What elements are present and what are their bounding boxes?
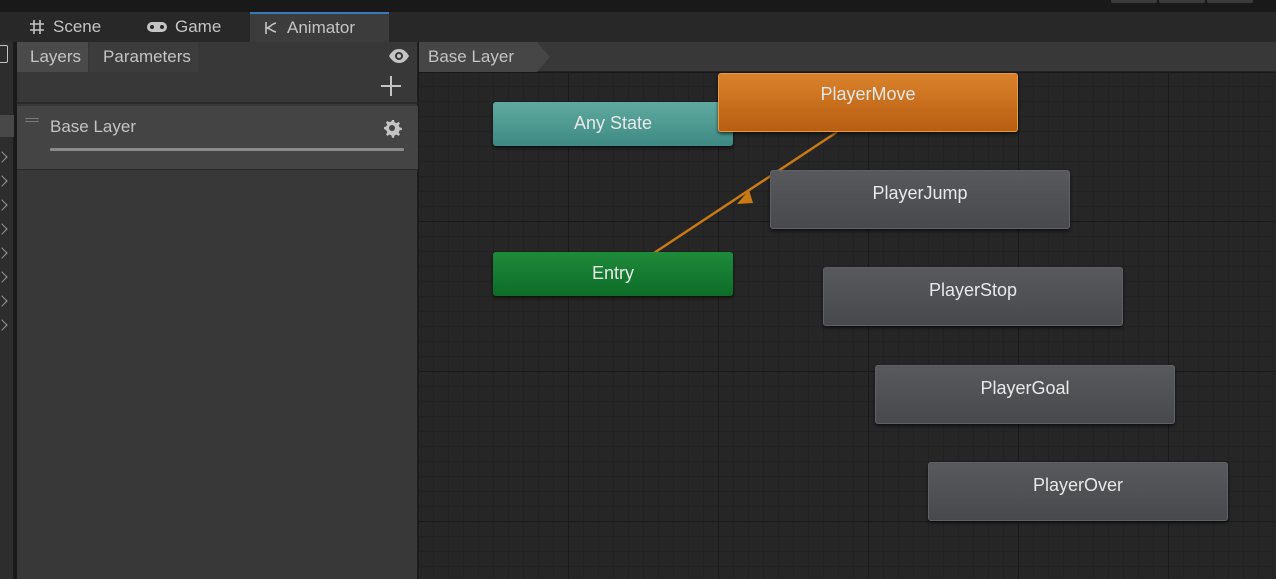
any-state-node[interactable]: Any State — [493, 102, 733, 146]
entry-node[interactable]: Entry — [493, 252, 733, 296]
chevron-right-icon[interactable] — [0, 319, 8, 331]
selected-row[interactable] — [0, 115, 14, 137]
divider — [17, 102, 418, 104]
hierarchy-panel-edge — [0, 42, 14, 579]
gamepad-icon — [146, 18, 168, 36]
state-node-default[interactable]: PlayerMove — [718, 73, 1018, 132]
chevron-right-icon[interactable] — [0, 151, 8, 163]
layer-item[interactable]: Base Layer — [17, 106, 418, 170]
toolbar-button[interactable] — [1207, 0, 1253, 3]
panel-icon — [0, 45, 8, 63]
animator-graph[interactable]: Any State Entry PlayerMove PlayerJump Pl… — [419, 73, 1276, 579]
chevron-right-icon[interactable] — [0, 175, 8, 187]
state-node[interactable]: PlayerOver — [928, 462, 1228, 521]
breadcrumb[interactable]: Base Layer — [419, 42, 537, 72]
toolbar-button[interactable] — [1159, 0, 1205, 3]
animator-icon — [262, 19, 280, 37]
layer-weight-bar — [50, 148, 404, 151]
panel-tabs: Layers Parameters — [17, 42, 418, 72]
state-node[interactable]: PlayerGoal — [875, 365, 1175, 424]
tab-label: Game — [175, 17, 222, 36]
layer-name: Base Layer — [50, 117, 136, 136]
tab-scene[interactable]: Scene — [16, 12, 130, 42]
tab-game[interactable]: Game — [134, 12, 248, 42]
toolbar-strip — [0, 0, 1276, 12]
tab-label: Animator — [287, 18, 356, 37]
state-node[interactable]: PlayerJump — [770, 170, 1070, 229]
window-tab-bar: Scene Game Animator — [0, 12, 1276, 42]
breadcrumb-bar: Base Layer — [419, 42, 1276, 72]
toolbar-button[interactable] — [1111, 0, 1157, 3]
gear-icon[interactable] — [381, 117, 403, 139]
tab-animator[interactable]: Animator — [250, 12, 389, 42]
unity-editor: Scene Game Animator Layers Parameters Ba… — [0, 0, 1276, 579]
tab-parameters[interactable]: Parameters — [90, 42, 198, 72]
chevron-right-icon[interactable] — [0, 199, 8, 211]
breadcrumb-arrow — [537, 42, 550, 72]
state-node[interactable]: PlayerStop — [823, 267, 1123, 326]
eye-icon[interactable] — [388, 47, 410, 65]
tab-label: Scene — [53, 17, 102, 36]
chevron-right-icon[interactable] — [0, 223, 8, 235]
layers-panel: Layers Parameters Base Layer — [17, 42, 418, 579]
chevron-right-icon[interactable] — [0, 247, 8, 259]
add-layer-button[interactable] — [379, 74, 403, 98]
grid-icon — [28, 18, 46, 36]
tab-layers[interactable]: Layers — [17, 42, 89, 72]
chevron-right-icon[interactable] — [0, 271, 8, 283]
chevron-right-icon[interactable] — [0, 295, 8, 307]
drag-handle-icon[interactable] — [25, 118, 39, 122]
